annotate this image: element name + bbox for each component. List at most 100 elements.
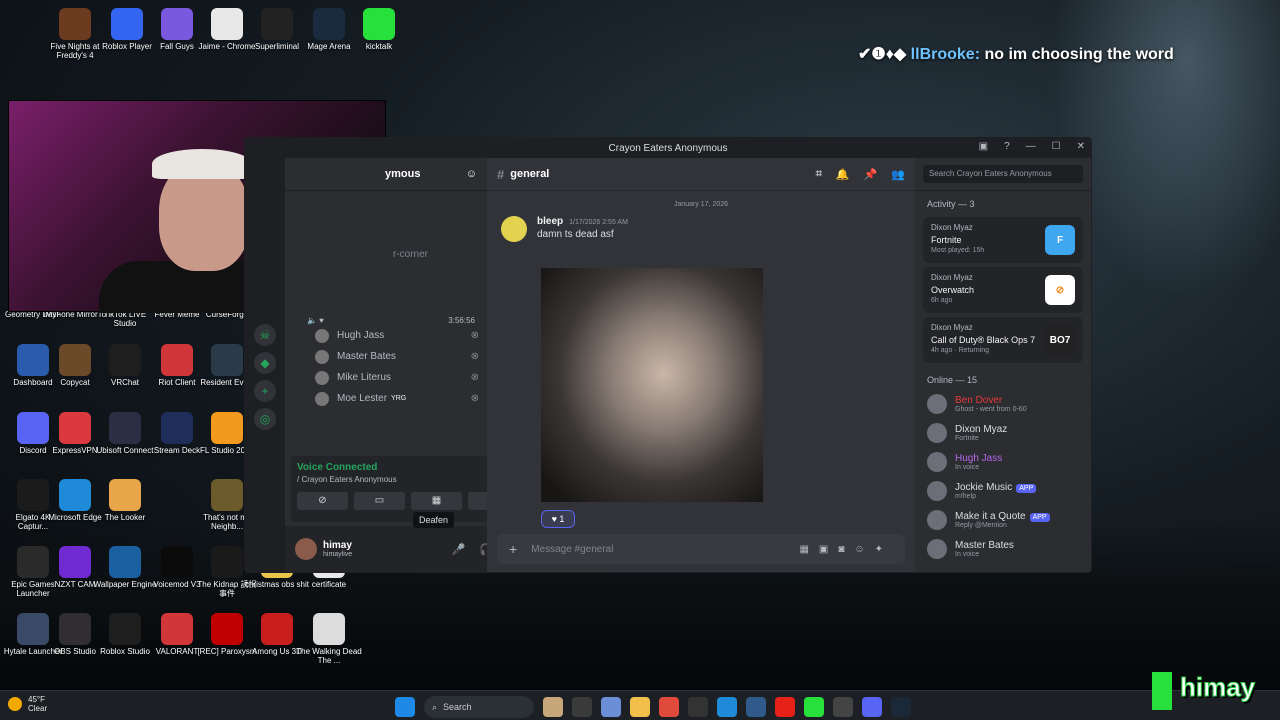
search-input[interactable]: Search Crayon Eaters Anonymous [923, 165, 1083, 183]
voice-user[interactable]: Mike Literus ⊗ [285, 367, 487, 388]
voice-user-name: Moe Lester [337, 393, 388, 404]
app-icon [261, 613, 293, 645]
game-logo-icon: F [1045, 225, 1075, 255]
user-tag: himaylive [323, 551, 353, 558]
server-icon[interactable]: ☠ [254, 324, 276, 346]
member-item[interactable]: Dixon Myaz Fortnite [915, 418, 1091, 447]
desktop-icon[interactable]: The Walking Dead The ... [296, 611, 362, 673]
composer-tools-icon[interactable]: ▦▣◙☺✦ [799, 544, 893, 555]
voice-user-name: Master Bates [337, 351, 396, 362]
discord-taskbar-icon[interactable] [862, 697, 882, 717]
avatar[interactable] [501, 216, 527, 242]
screen-share-button[interactable]: ▭ [354, 492, 405, 510]
activity-card[interactable]: Dixon Myaz Overwatch 6h ago ⊘ [923, 267, 1083, 313]
add-member-icon[interactable]: ☺ [466, 168, 477, 180]
voice-location[interactable]: / Crayon Eaters Anonymous [297, 475, 519, 484]
chat-message: no im choosing the word [984, 46, 1174, 63]
message-gif-image[interactable] [541, 268, 763, 502]
desktop-icon[interactable]: The Looker [92, 477, 158, 539]
copilot-icon[interactable] [601, 697, 621, 717]
online-header: Online — 15 [927, 375, 978, 385]
task-view-icon[interactable] [572, 697, 592, 717]
add-server-icon[interactable]: + [254, 380, 276, 402]
maximize-button[interactable]: ☐ [1052, 141, 1061, 152]
server-header[interactable]: ymous ☺ [285, 158, 487, 191]
weather-temp: 45°F [28, 695, 45, 704]
activity-card[interactable]: Dixon Myaz Fortnite Most played: 15h F [923, 217, 1083, 263]
member-item[interactable]: Make it a Quote APP Reply @Mention [915, 505, 1091, 534]
member-item[interactable]: Jockie Music APP m!help [915, 476, 1091, 505]
avatar [315, 391, 329, 406]
member-name: Jockie Music APP [955, 482, 1037, 493]
voice-user[interactable]: Moe Lester YRG ⊗ [285, 388, 487, 409]
reaction-button[interactable]: ♥ 1 [541, 510, 575, 528]
game-logo-icon: BO7 [1045, 325, 1075, 355]
taskbar-search[interactable]: ⌕ Search [424, 696, 534, 718]
server-icon[interactable]: ◆ [254, 352, 276, 374]
obs-icon[interactable] [688, 697, 708, 717]
steam-icon[interactable] [891, 697, 911, 717]
avatar [315, 349, 329, 364]
voice-status: Voice Connected [297, 462, 378, 473]
server-name: ymous [385, 168, 421, 180]
app-icon [111, 8, 143, 40]
activity-card[interactable]: Dixon Myaz Call of Duty® Black Ops 7 4h ag… [923, 317, 1083, 363]
member-item[interactable]: Hugh Jass In voice [915, 447, 1091, 476]
desktop-icon-label: certificate [311, 580, 347, 589]
app-icon [211, 479, 243, 511]
app-icon [211, 344, 243, 376]
deafen-tooltip: Deafen [413, 512, 455, 528]
app-icon [313, 613, 345, 645]
discover-icon[interactable]: ◎ [254, 408, 276, 430]
app-icon [59, 479, 91, 511]
hash-icon: # [497, 166, 505, 182]
plus-icon[interactable]: + [509, 541, 517, 557]
voice-user[interactable]: Hugh Jass ⊗ [285, 325, 487, 346]
voice-user[interactable]: Master Bates ⊗ [285, 346, 487, 367]
chrome-icon[interactable] [659, 697, 679, 717]
user-name: himay [323, 540, 352, 551]
notification-icon[interactable]: 🔔 [836, 168, 850, 181]
pin-icon[interactable]: 📌 [864, 168, 878, 181]
member-status: Fortnite [955, 434, 979, 442]
message-author[interactable]: bleep [537, 216, 563, 227]
app-icon [161, 344, 193, 376]
app-icon[interactable] [833, 697, 853, 717]
file-explorer-icon[interactable] [630, 697, 650, 717]
taskbar: 45°F Clear ⌕ Search [0, 690, 1280, 720]
avatar [927, 509, 947, 530]
widgets-icon[interactable] [543, 697, 563, 717]
member-list-icon[interactable]: 👥 [891, 168, 905, 181]
app-icon [211, 546, 243, 578]
edge-icon[interactable] [717, 697, 737, 717]
app-badge: APP [1016, 483, 1037, 493]
inbox-icon[interactable]: ▣ [979, 141, 988, 152]
weather-icon [8, 697, 22, 711]
minimize-button[interactable]: — [1026, 141, 1036, 152]
desktop-icon[interactable]: kicktalk [346, 6, 412, 68]
camera-off-button[interactable]: ⊘ [297, 492, 348, 510]
microphone-icon[interactable]: 🎤 [452, 543, 466, 556]
close-button[interactable]: ✕ [1077, 141, 1085, 152]
member-status: Reply @Mention [955, 521, 1007, 529]
avatar[interactable] [295, 538, 317, 560]
message-composer[interactable]: + Message #general ▦▣◙☺✦ [497, 534, 905, 564]
xbox-icon: ⊗ [470, 393, 479, 404]
app-icon [161, 546, 193, 578]
speaker-icon: 🔈 ♥ [307, 316, 324, 325]
start-icon[interactable] [395, 697, 415, 717]
help-icon[interactable]: ? [1004, 141, 1010, 152]
weather-widget[interactable]: 45°F Clear [8, 695, 47, 713]
youtube-icon[interactable] [775, 697, 795, 717]
kick-icon[interactable] [804, 697, 824, 717]
app-icon [211, 8, 243, 40]
threads-icon[interactable]: ⌗ [816, 168, 822, 181]
chat-badges-icon: ✔❶♦◆ [858, 46, 911, 63]
store-icon[interactable] [746, 697, 766, 717]
channel-item[interactable]: r-corner [285, 191, 487, 260]
member-item[interactable]: Master Bates In voice [915, 534, 1091, 563]
member-item[interactable]: Ben Dover Ghost - went from 0-60 [915, 389, 1091, 418]
voice-user-name: Mike Literus [337, 372, 391, 383]
member-list: Ben Dover Ghost - went from 0-60 Dixon Mya… [915, 389, 1091, 563]
activities-button[interactable]: ▦ [411, 492, 462, 510]
